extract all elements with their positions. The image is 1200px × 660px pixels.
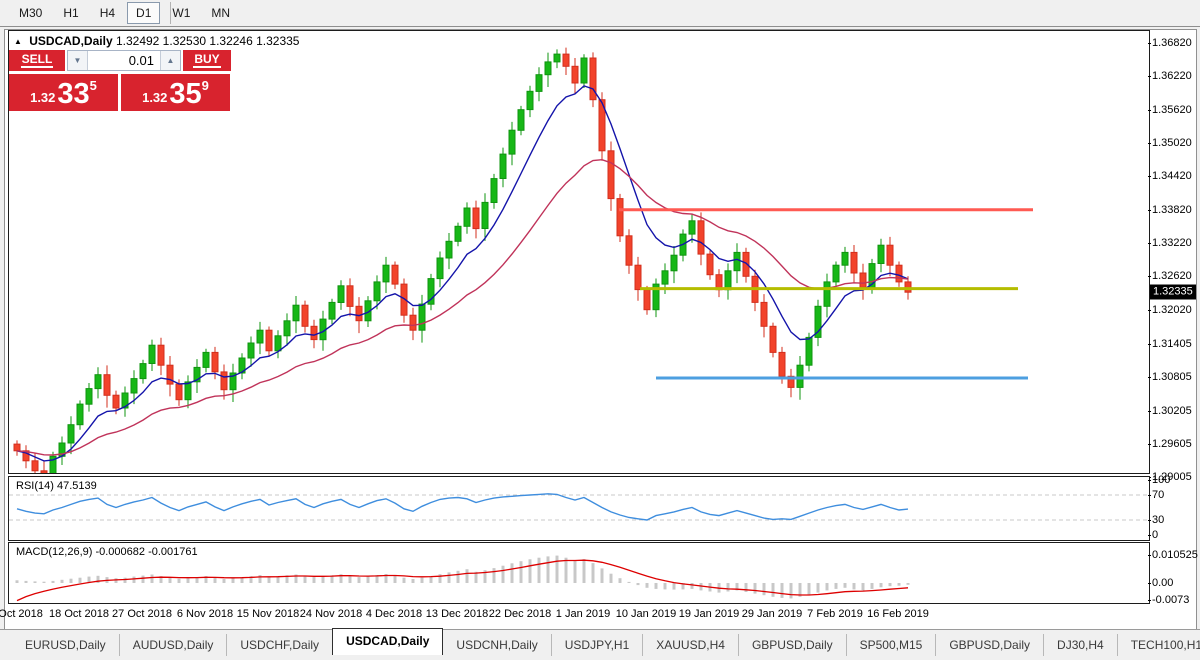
toolbar-separator <box>170 2 171 24</box>
chart-tab-usdcad[interactable]: USDCAD,Daily <box>332 628 443 655</box>
timeframe-button-m30[interactable]: M30 <box>10 2 51 24</box>
rsi-tick-label: 100 <box>1152 474 1170 486</box>
chart-ohlc-values: 1.32492 1.32530 1.32246 1.32335 <box>116 34 300 48</box>
price-tick-label: 1.30205 <box>1152 405 1192 417</box>
chart-symbol: USDCAD,Daily <box>29 34 112 48</box>
date-tick-label: 10 Jan 2019 <box>616 608 677 620</box>
date-tick-label: 1 Jan 2019 <box>556 608 610 620</box>
chart-tab-gbpusd[interactable]: GBPUSD,Daily <box>738 634 846 656</box>
macd-tick-label: -0.0073 <box>1152 594 1189 606</box>
timeframe-button-d1[interactable]: D1 <box>127 2 160 24</box>
timeframe-button-mn[interactable]: MN <box>202 2 239 24</box>
chart-tab-gbpusd[interactable]: GBPUSD,Daily <box>935 634 1043 656</box>
date-tick-label: 24 Nov 2018 <box>300 608 362 620</box>
macd-label: MACD(12,26,9) -0.000682 -0.001761 <box>16 546 198 558</box>
date-tick-label: 15 Nov 2018 <box>237 608 299 620</box>
collapse-triangle-icon[interactable]: ▲ <box>14 37 22 46</box>
timeframe-button-w1[interactable]: W1 <box>163 2 199 24</box>
date-tick-label: 13 Dec 2018 <box>426 608 488 620</box>
price-tick-label: 1.34420 <box>1152 170 1192 182</box>
price-tick-label: 1.35020 <box>1152 137 1192 149</box>
macd-tick-label: 0.010525 <box>1152 549 1198 561</box>
price-tick-label: 1.36820 <box>1152 37 1192 49</box>
current-price-badge: 1.32335 <box>1150 285 1196 300</box>
buy-price-display[interactable]: 1.32 35 9 <box>121 74 230 111</box>
price-tick-label: 1.32020 <box>1152 304 1192 316</box>
date-tick-label: 7 Feb 2019 <box>807 608 863 620</box>
chart-tab-tech100[interactable]: TECH100,H1 <box>1117 634 1200 656</box>
price-tick-label: 1.31405 <box>1152 338 1192 350</box>
buy-button[interactable]: BUY <box>183 50 231 71</box>
macd-tick-label: 0.00 <box>1152 577 1173 589</box>
chart-title: ▲ USDCAD,Daily 1.32492 1.32530 1.32246 1… <box>14 34 299 48</box>
date-tick-label: 29 Jan 2019 <box>742 608 803 620</box>
chart-tab-usdchf[interactable]: USDCHF,Daily <box>226 634 332 656</box>
price-tick-label: 1.29605 <box>1152 438 1192 450</box>
volume-stepper: ▼ 0.01 ▲ <box>67 50 181 71</box>
date-tick-label: 18 Oct 2018 <box>49 608 109 620</box>
chart-tab-audusd[interactable]: AUDUSD,Daily <box>119 634 227 656</box>
price-tick-label: 1.32620 <box>1152 270 1192 282</box>
date-tick-label: 6 Nov 2018 <box>177 608 233 620</box>
chart-tabs: EURUSD,DailyAUDUSD,DailyUSDCHF,Daily USDC… <box>12 633 1200 656</box>
price-tick-label: 1.35620 <box>1152 104 1192 116</box>
date-tick-label: 19 Jan 2019 <box>679 608 740 620</box>
volume-decrease-icon[interactable]: ▼ <box>68 51 88 70</box>
timeframe-button-h4[interactable]: H4 <box>91 2 124 24</box>
one-click-trading-panel: SELL ▼ 0.01 ▲ BUY 1.32 33 5 1.32 35 9 <box>9 50 231 111</box>
chart-tab-bar: EURUSD,DailyAUDUSD,DailyUSDCHF,DailyUSDC… <box>0 629 1200 659</box>
date-tick-label: 27 Oct 2018 <box>112 608 172 620</box>
timeframe-toolbar: M30H1H4D1W1MN <box>0 0 1200 27</box>
timeframe-buttons: M30H1H4D1W1MN <box>10 2 242 24</box>
rsi-indicator-panel[interactable]: RSI(14) 47.5139 <box>8 476 1150 541</box>
chart-tab-dj30[interactable]: DJ30,H4 <box>1043 634 1117 656</box>
chart-tab-xauusd[interactable]: XAUUSD,H4 <box>642 634 738 656</box>
rsi-tick-label: 30 <box>1152 514 1164 526</box>
date-tick-label: 16 Feb 2019 <box>867 608 929 620</box>
chart-window: ▲ USDCAD,Daily 1.32492 1.32530 1.32246 1… <box>4 29 1197 630</box>
macd-indicator-panel[interactable]: MACD(12,26,9) -0.000682 -0.001761 <box>8 542 1150 604</box>
sell-button[interactable]: SELL <box>9 50 65 71</box>
price-tick-label: 1.36220 <box>1152 70 1192 82</box>
rsi-tick-label: 0 <box>1152 529 1158 541</box>
timeframe-button-h1[interactable]: H1 <box>54 2 87 24</box>
price-tick-label: 1.33820 <box>1152 204 1192 216</box>
price-tick-label: 1.30805 <box>1152 371 1192 383</box>
volume-increase-icon[interactable]: ▲ <box>160 51 180 70</box>
date-tick-label: 22 Dec 2018 <box>489 608 551 620</box>
date-tick-label: 4 Dec 2018 <box>366 608 422 620</box>
chart-tab-sp500[interactable]: SP500,M15 <box>846 634 936 656</box>
chart-tab-usdcnh[interactable]: USDCNH,Daily <box>443 634 550 656</box>
rsi-label: RSI(14) 47.5139 <box>16 480 97 492</box>
date-tick-label: 9 Oct 2018 <box>0 608 43 620</box>
rsi-chart[interactable] <box>9 477 1149 540</box>
chart-tab-usdjpy[interactable]: USDJPY,H1 <box>551 634 642 656</box>
sell-price-display[interactable]: 1.32 33 5 <box>9 74 118 111</box>
price-tick-label: 1.33220 <box>1152 237 1192 249</box>
rsi-tick-label: 70 <box>1152 489 1164 501</box>
chart-tab-eurusd[interactable]: EURUSD,Daily <box>12 634 119 656</box>
volume-value[interactable]: 0.01 <box>88 51 160 70</box>
